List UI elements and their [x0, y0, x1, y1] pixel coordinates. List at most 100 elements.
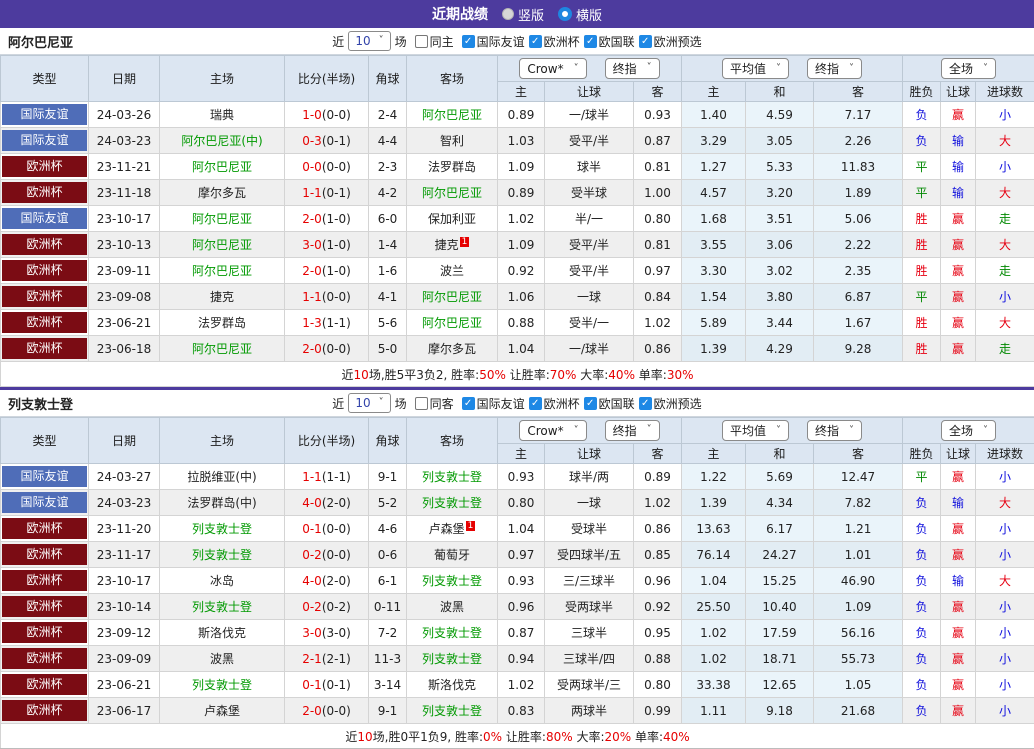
home-team[interactable]: 法罗群岛 — [160, 310, 285, 336]
away-team[interactable]: 阿尔巴尼亚 — [407, 310, 498, 336]
home-team[interactable]: 阿尔巴尼亚 — [160, 336, 285, 362]
average-final-select[interactable]: 终指˅ — [807, 420, 862, 441]
recent-count-select[interactable]: 10˅ — [348, 393, 390, 413]
home-team[interactable]: 阿尔巴尼亚 — [160, 154, 285, 180]
home-team[interactable]: 斯洛伐克 — [160, 620, 285, 646]
result: 负 — [903, 516, 941, 542]
home-team[interactable]: 卢森堡 — [160, 698, 285, 724]
result: 胜 — [903, 232, 941, 258]
away-team[interactable]: 保加利亚 — [407, 206, 498, 232]
home-team[interactable]: 阿尔巴尼亚 — [160, 232, 285, 258]
corner-score: 6-0 — [369, 206, 407, 232]
league-filter[interactable]: ✓欧洲杯 — [529, 33, 580, 50]
odds-away: 1.02 — [634, 490, 682, 516]
checkbox-icon[interactable]: ✓ — [529, 397, 542, 410]
checkbox-icon[interactable]: ✓ — [584, 397, 597, 410]
checkbox-icon[interactable] — [415, 397, 428, 410]
checkbox-icon[interactable]: ✓ — [462, 397, 475, 410]
odds-away: 0.80 — [634, 206, 682, 232]
score: 2-0(1-0) — [285, 206, 369, 232]
radio-checked-icon[interactable] — [558, 7, 572, 21]
bookmaker-final-select[interactable]: 终指˅ — [605, 420, 660, 441]
bookmaker-select[interactable]: Crow*˅ — [519, 420, 586, 441]
home-team[interactable]: 捷克 — [160, 284, 285, 310]
away-team[interactable]: 阿尔巴尼亚 — [407, 180, 498, 206]
scope-select[interactable]: 全场˅ — [941, 420, 996, 441]
layout-radio-horizontal[interactable]: 横版 — [558, 5, 602, 24]
away-team[interactable]: 阿尔巴尼亚 — [407, 102, 498, 128]
away-team[interactable]: 列支敦士登 — [407, 490, 498, 516]
home-team[interactable]: 摩尔多瓦 — [160, 180, 285, 206]
away-team[interactable]: 列支敦士登 — [407, 464, 498, 490]
away-team[interactable]: 法罗群岛 — [407, 154, 498, 180]
checkbox-icon[interactable]: ✓ — [529, 35, 542, 48]
col-odds-away: 客 — [634, 444, 682, 464]
home-team[interactable]: 法罗群岛(中) — [160, 490, 285, 516]
odds-home: 0.92 — [498, 258, 545, 284]
away-team[interactable]: 波兰 — [407, 258, 498, 284]
away-team[interactable]: 列支敦士登 — [407, 698, 498, 724]
away-team[interactable]: 列支敦士登 — [407, 646, 498, 672]
away-team[interactable]: 列支敦士登 — [407, 620, 498, 646]
league-filter[interactable]: ✓欧洲预选 — [639, 33, 702, 50]
league-filter[interactable]: ✓欧国联 — [584, 33, 635, 50]
home-team[interactable]: 冰岛 — [160, 568, 285, 594]
away-team[interactable]: 捷克1 — [407, 232, 498, 258]
goals-result: 小 — [976, 154, 1034, 180]
home-team[interactable]: 阿尔巴尼亚(中) — [160, 128, 285, 154]
average-select[interactable]: 平均值˅ — [722, 58, 789, 79]
same-venue-filter[interactable]: 同客 — [415, 395, 454, 412]
topbar: 近期战绩 竖版 横版 — [0, 0, 1034, 28]
league-filter[interactable]: ✓欧洲预选 — [639, 395, 702, 412]
score: 0-3(0-1) — [285, 128, 369, 154]
goals-result: 大 — [976, 180, 1034, 206]
league-filter[interactable]: ✓国际友谊 — [462, 395, 525, 412]
bookmaker-odds-group: Crow*˅ 终指˅ — [498, 56, 682, 82]
layout-radio-vertical[interactable]: 竖版 — [502, 5, 544, 24]
league-filter[interactable]: ✓欧国联 — [584, 395, 635, 412]
away-team[interactable]: 阿尔巴尼亚 — [407, 284, 498, 310]
home-team[interactable]: 列支敦士登 — [160, 516, 285, 542]
same-venue-filter[interactable]: 同主 — [415, 33, 454, 50]
team-section: 阿尔巴尼亚 近 10˅ 场 同主 ✓国际友谊✓欧洲杯✓欧国联✓欧洲预选 — [0, 28, 1034, 387]
checkbox-icon[interactable]: ✓ — [639, 397, 652, 410]
home-team[interactable]: 列支敦士登 — [160, 594, 285, 620]
avg-draw: 4.34 — [746, 490, 814, 516]
home-team[interactable]: 波黑 — [160, 646, 285, 672]
bookmaker-final-select[interactable]: 终指˅ — [605, 58, 660, 79]
home-team[interactable]: 拉脱维亚(中) — [160, 464, 285, 490]
col-odds-home: 主 — [498, 444, 545, 464]
avg-draw: 6.17 — [746, 516, 814, 542]
average-final-select[interactable]: 终指˅ — [807, 58, 862, 79]
checkbox-icon[interactable] — [415, 35, 428, 48]
league-filter[interactable]: ✓国际友谊 — [462, 33, 525, 50]
checkbox-icon[interactable]: ✓ — [584, 35, 597, 48]
bookmaker-select[interactable]: Crow*˅ — [519, 58, 586, 79]
home-team[interactable]: 阿尔巴尼亚 — [160, 258, 285, 284]
match-date: 23-06-17 — [89, 698, 160, 724]
radio-icon[interactable] — [502, 8, 514, 20]
home-team[interactable]: 瑞典 — [160, 102, 285, 128]
away-team[interactable]: 列支敦士登 — [407, 568, 498, 594]
away-team[interactable]: 葡萄牙 — [407, 542, 498, 568]
odds-home: 0.89 — [498, 180, 545, 206]
scope-select[interactable]: 全场˅ — [941, 58, 996, 79]
match-row: 欧洲杯23-11-20列支敦士登0-1(0-0)4-6卢森堡11.04受球半0.… — [1, 516, 1034, 542]
away-team[interactable]: 摩尔多瓦 — [407, 336, 498, 362]
league-filter[interactable]: ✓欧洲杯 — [529, 395, 580, 412]
match-type: 欧洲杯 — [1, 284, 89, 310]
home-team[interactable]: 列支敦士登 — [160, 672, 285, 698]
avg-away: 5.06 — [814, 206, 903, 232]
average-select[interactable]: 平均值˅ — [722, 420, 789, 441]
team-name: 列支敦士登 — [8, 394, 73, 413]
avg-away: 21.68 — [814, 698, 903, 724]
away-team[interactable]: 斯洛伐克 — [407, 672, 498, 698]
away-team[interactable]: 智利 — [407, 128, 498, 154]
home-team[interactable]: 阿尔巴尼亚 — [160, 206, 285, 232]
recent-count-select[interactable]: 10˅ — [348, 31, 390, 51]
away-team[interactable]: 波黑 — [407, 594, 498, 620]
home-team[interactable]: 列支敦士登 — [160, 542, 285, 568]
checkbox-icon[interactable]: ✓ — [639, 35, 652, 48]
away-team[interactable]: 卢森堡1 — [407, 516, 498, 542]
checkbox-icon[interactable]: ✓ — [462, 35, 475, 48]
